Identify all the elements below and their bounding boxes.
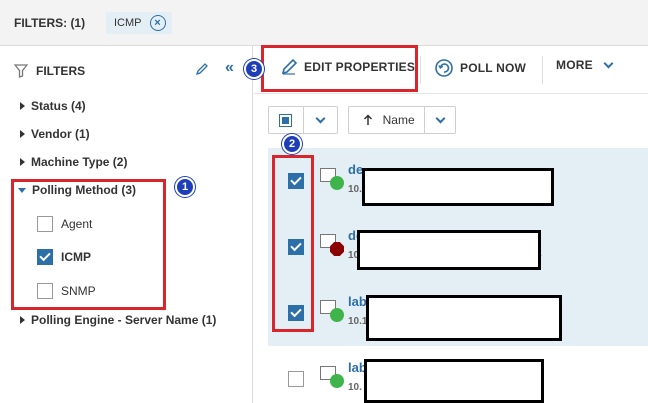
filter-group-polling-engine[interactable]: Polling Engine - Server Name (1)	[20, 313, 216, 327]
filter-group-machine-type[interactable]: Machine Type (2)	[20, 155, 127, 169]
node-ip: 10.1	[348, 316, 368, 327]
filters-panel-title: FILTERS	[36, 64, 86, 78]
table-row[interactable]: de 10.	[268, 148, 648, 214]
status-up-icon	[330, 308, 344, 322]
pencil-icon[interactable]	[195, 62, 209, 76]
filter-group-status[interactable]: Status (4)	[20, 99, 86, 113]
more-button[interactable]: MORE	[556, 58, 614, 72]
annotation-badge-2: 2	[282, 134, 302, 154]
select-all-control[interactable]	[268, 106, 338, 134]
poll-now-label: POLL NOW	[460, 61, 527, 75]
table-row[interactable]: lab 10.	[268, 346, 648, 403]
arrow-up-icon	[363, 114, 372, 125]
caret-right-icon	[20, 158, 25, 166]
status-down-icon	[330, 242, 344, 256]
chevron-down-icon	[603, 58, 614, 69]
redaction-box	[366, 295, 562, 341]
annotation-badge-3: 3	[244, 59, 264, 79]
select-all-checkbox[interactable]	[269, 107, 303, 133]
partial-check-icon	[279, 113, 293, 127]
close-icon[interactable]: ×	[149, 15, 166, 31]
sort-control[interactable]: Name	[348, 106, 456, 134]
refresh-icon	[435, 59, 453, 77]
chevron-down-icon	[315, 113, 326, 124]
caret-right-icon	[20, 102, 25, 110]
filter-bar: FILTERS: (1) ICMP ×	[0, 0, 648, 46]
table-row[interactable]: de 10. r	[268, 214, 648, 280]
node-ip: 10.	[348, 184, 362, 195]
annotation-badge-1: 1	[175, 177, 195, 197]
chevron-down-icon	[435, 113, 446, 124]
sort-name-button[interactable]: Name	[349, 107, 424, 133]
row-checkbox[interactable]	[288, 371, 304, 387]
annotation-box-row-checkboxes	[272, 155, 314, 332]
redaction-box	[364, 359, 544, 403]
poll-now-button[interactable]: POLL NOW	[434, 58, 526, 78]
filter-bar-title: FILTERS: (1)	[14, 16, 86, 30]
table-row[interactable]: lab 10.1	[268, 280, 648, 346]
caret-right-icon	[20, 130, 25, 138]
filter-chip-icmp: ICMP ×	[106, 12, 172, 34]
filter-group-vendor[interactable]: Vendor (1)	[20, 127, 90, 141]
filters-panel-header: FILTERS	[14, 64, 85, 78]
node-name[interactable]: lab	[348, 294, 367, 309]
node-name[interactable]: de	[348, 162, 363, 177]
filter-group-label: Polling Engine - Server Name (1)	[31, 313, 217, 327]
collapse-panel-button[interactable]: «	[225, 59, 234, 77]
filter-group-label: Status (4)	[31, 99, 86, 113]
node-ip: 10.	[348, 382, 362, 393]
selection-sort-bar: Name	[254, 94, 648, 148]
status-up-icon	[330, 176, 344, 190]
toolbar-divider	[420, 56, 421, 84]
redaction-box	[362, 168, 554, 206]
annotation-box-polling-method	[11, 179, 166, 310]
filter-chip-label: ICMP	[114, 17, 142, 29]
redaction-box	[357, 230, 541, 270]
sort-dropdown[interactable]	[425, 107, 455, 133]
status-up-icon	[330, 374, 344, 388]
sort-label: Name	[382, 113, 415, 127]
more-label: MORE	[556, 58, 593, 72]
toolbar-divider	[542, 56, 543, 84]
filter-group-label: Machine Type (2)	[31, 155, 128, 169]
select-options-dropdown[interactable]	[303, 107, 337, 133]
caret-right-icon	[20, 316, 25, 324]
filter-group-label: Vendor (1)	[31, 127, 90, 141]
annotation-box-edit-properties	[261, 45, 418, 92]
filter-funnel-icon	[14, 64, 28, 78]
